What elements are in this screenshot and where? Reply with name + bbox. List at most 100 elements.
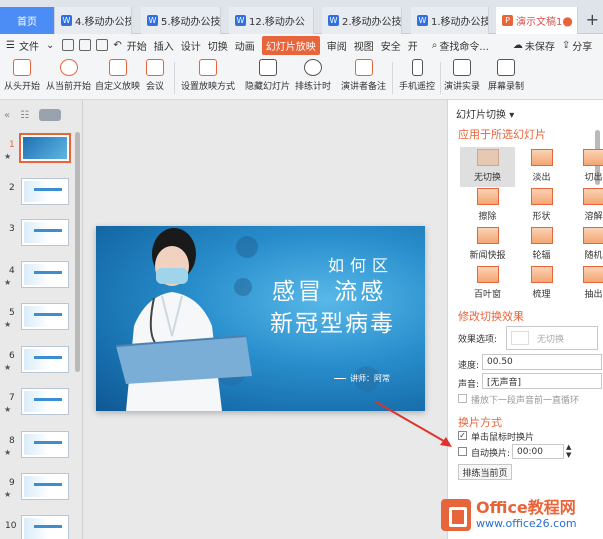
menu-item-transition[interactable]: 切换 [208,38,228,53]
star-icon: ★ [4,152,12,161]
tab-presentation-1[interactable]: P 演示文稿1 ● [496,7,578,34]
meeting-button[interactable]: 会议 [146,59,164,92]
effect-options-select[interactable]: 无切换 [506,326,598,350]
menu-item-review[interactable]: 审阅 [327,38,347,53]
new-tab-plus-icon[interactable]: + [586,10,599,29]
speaker-notes-button[interactable]: 演讲者备注 [341,59,386,92]
thumbnail-content [24,476,66,497]
phone-remote-button[interactable]: 手机遥控 [399,59,435,92]
share-button[interactable]: 分享 [572,38,592,53]
custom-show-button[interactable]: 自定义放映 [95,59,140,92]
thumbnail-content [23,137,67,159]
transition-newsflash[interactable]: 新闻快报 [460,225,515,265]
menu-item-dev[interactable]: 开 [408,38,418,53]
share-icon: ⇪ [561,39,571,51]
tab-doc-5[interactable]: W 5.移动办公技 [141,7,221,34]
slide-editing-canvas[interactable]: 如何区 感冒 流感 新冠型病毒 讲师：阿常 [84,100,439,539]
transition-label: 梳理 [532,290,551,300]
transition-pull[interactable]: 抽出 [566,264,603,304]
transition-label: 淡出 [532,173,551,183]
transition-cut[interactable]: 切出 [566,147,603,187]
transition-random-icon [582,227,603,244]
transition-random[interactable]: 随机 [566,225,603,265]
menu-item-slideshow[interactable]: 幻灯片放映 [261,35,320,55]
chevron-down-icon: ▾ [509,110,515,121]
setup-show-button[interactable]: 设置放映方式 [181,59,235,92]
tab-doc-4[interactable]: W 4.移动办公技 [55,7,132,34]
menu-item-insert[interactable]: 插入 [154,38,174,53]
hamburger-icon[interactable]: ☰ [6,40,15,51]
print-icon[interactable] [79,39,92,51]
preview-icon[interactable] [96,39,109,51]
save-icon[interactable] [62,39,75,51]
tab-home[interactable]: 首页 [0,7,55,34]
app-window: 首页 W 4.移动办公技 W 5.移动办公技 W 12.移动办公 W 2.移动办公技 W… [0,0,603,539]
collapse-pane-icon[interactable]: « [4,110,10,121]
hide-slide-button[interactable]: 隐藏幻灯片 [245,59,290,92]
thumbnail-pane-header: « ☷ [0,100,82,130]
ribbon-label: 手机遥控 [399,82,436,92]
search-icon: ⌕ [431,39,438,51]
slide-thumbnail-10[interactable] [21,515,69,539]
tab-doc-1[interactable]: W 1.移动办公技 [411,7,489,34]
slide-thumbnail-7[interactable] [21,388,69,415]
tab-doc-12[interactable]: W 12.移动办公 [229,7,314,34]
slide-number: 2 [9,183,15,193]
loop-sound-checkbox[interactable] [458,394,467,403]
lecture-record-button[interactable]: 演讲实录 [444,59,480,92]
rehearse-current-page-button[interactable]: 排练当前页 [458,464,512,480]
menu-item-view[interactable]: 视图 [354,38,374,53]
undo-icon[interactable]: ↶ [113,40,121,51]
transition-label: 抽出 [584,290,603,300]
tab-doc-2[interactable]: W 2.移动办公技 [322,7,402,34]
slide-thumbnail-1[interactable] [19,133,71,163]
slide-thumbnail-9[interactable] [21,473,69,500]
menu-item-animation[interactable]: 动画 [235,38,255,53]
slide-thumbnail-2[interactable] [21,178,69,205]
transition-wipe[interactable]: 擦除 [460,186,515,226]
slide-thumbnail-3[interactable] [21,219,69,246]
transition-comb[interactable]: 梳理 [514,264,569,304]
sound-select[interactable]: [无声音] [482,373,602,389]
panel-title[interactable]: 幻灯片切换 ▾ [456,106,514,121]
thumbnail-view-toggle[interactable] [39,109,62,121]
slide-transition-panel: 幻灯片切换 ▾ 应用于所选幻灯片 无切换 淡出 切出 擦除 形状 溶解 新闻快报… [447,100,603,539]
tab-label: 演示文稿1 [516,17,563,28]
ribbon-label: 演讲者备注 [341,82,387,92]
watermark-url: www.office26.com [476,517,577,530]
outline-view-icon[interactable]: ☷ [20,110,29,121]
auto-advance-time-input[interactable]: 00:00 [512,444,564,459]
speaker-notes-icon [354,59,373,76]
play-from-start-button[interactable]: 从头开始 [4,59,40,92]
command-search[interactable]: ⌕ 查找命令... [432,38,496,53]
transition-shape[interactable]: 形状 [514,186,569,226]
menu-item-security[interactable]: 安全 [381,38,401,53]
menu-item-design[interactable]: 设计 [181,38,201,53]
transition-none[interactable]: 无切换 [460,147,515,187]
transition-wheel[interactable]: 轮辐 [514,225,569,265]
slide-thumbnail-4[interactable] [21,261,69,288]
time-spinner-icon[interactable]: ▲ ▼ [566,443,571,459]
menu-file[interactable]: 文件 [19,38,39,53]
slide-thumbnail-8[interactable] [21,431,69,458]
auto-advance-checkbox[interactable] [458,447,467,456]
play-from-current-button[interactable]: 从当前开始 [46,59,91,92]
slide-number: 1 [9,140,15,150]
rehearse-timing-button[interactable]: 排练计时 [295,59,331,92]
slide-number: 7 [9,393,15,403]
speed-input[interactable]: 00.50 [482,354,602,370]
screen-record-icon [497,59,515,76]
menu-item-start[interactable]: 开始 [127,38,147,53]
stopwatch-icon [304,59,322,76]
transition-fade[interactable]: 淡出 [514,147,569,187]
unsaved-status[interactable]: 未保存 [525,38,555,53]
transition-blinds[interactable]: 百叶窗 [460,264,515,304]
transition-dissolve[interactable]: 溶解 [566,186,603,226]
screen-record-button[interactable]: 屏幕录制 [488,59,524,92]
slide-thumbnail-5[interactable] [21,303,69,330]
current-slide[interactable]: 如何区 感冒 流感 新冠型病毒 讲师：阿常 [96,226,425,411]
apply-to-selected-link[interactable]: 应用于所选幻灯片 [458,126,546,142]
slide-thumbnail-6[interactable] [21,346,69,373]
advance-on-click-checkbox[interactable]: ✓ [458,431,467,440]
thumbnail-scrollbar[interactable] [75,132,80,372]
